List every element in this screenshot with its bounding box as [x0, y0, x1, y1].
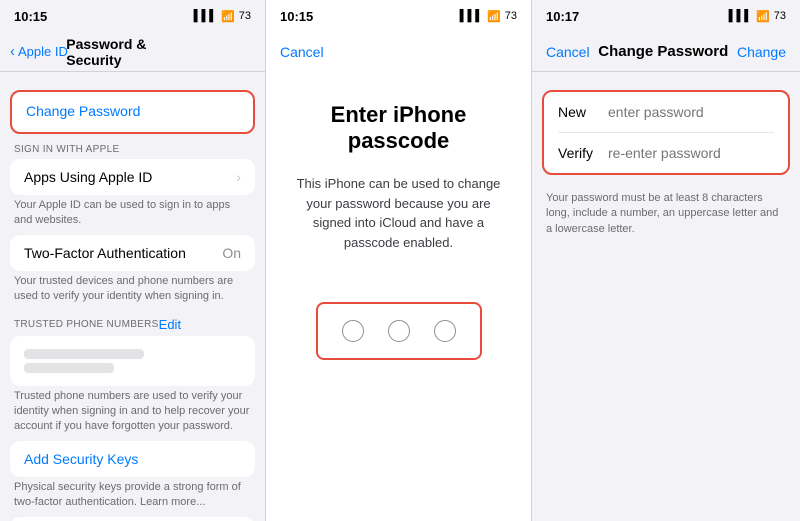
status-time-middle: 10:15: [280, 9, 313, 24]
passcode-input-area[interactable]: [316, 302, 482, 360]
password-form: New Verify: [542, 90, 790, 175]
status-time-right: 10:17: [546, 9, 579, 24]
status-time-left: 10:15: [14, 9, 47, 24]
status-bar-right: 10:17 ▌▌▌ 📶 73: [532, 0, 800, 32]
trusted-numbers-block: [10, 336, 255, 386]
verify-password-row[interactable]: Verify: [544, 133, 788, 173]
status-bar-left: 10:15 ▌▌▌ 📶 73: [0, 0, 265, 32]
two-factor-label: Two-Factor Authentication: [24, 245, 186, 261]
passcode-circle-3: [434, 320, 456, 342]
cancel-button-right[interactable]: Cancel: [546, 44, 590, 60]
new-password-label: New: [558, 104, 608, 120]
cancel-button-middle[interactable]: Cancel: [280, 44, 324, 60]
apps-desc: Your Apple ID can be used to sign in to …: [10, 198, 255, 229]
change-password-button[interactable]: Change Password: [10, 90, 255, 134]
apps-using-apple-id-row[interactable]: Apps Using Apple ID ›: [10, 159, 255, 195]
sign-in-section-header: SIGN IN WITH APPLE: [0, 138, 265, 159]
verify-password-input[interactable]: [608, 145, 789, 161]
back-button-left[interactable]: ‹ Apple ID: [10, 44, 68, 59]
right-nav-title: Change Password: [598, 43, 728, 60]
change-password-label: Change Password: [26, 103, 140, 119]
settings-content: Change Password SIGN IN WITH APPLE Apps …: [0, 72, 265, 521]
apps-chevron-icon: ›: [236, 169, 241, 185]
change-button-right[interactable]: Change: [737, 44, 786, 60]
right-content: New Verify Your password must be at leas…: [532, 72, 800, 521]
nav-title-left: Password & Security: [66, 36, 199, 68]
add-security-desc: Physical security keys provide a strong …: [10, 480, 255, 511]
new-password-row[interactable]: New: [544, 92, 788, 132]
wifi-icon-right: 📶: [756, 10, 770, 23]
account-recovery-row[interactable]: Account Recovery ›: [10, 517, 255, 521]
blurred-phone-2: [24, 363, 114, 373]
battery-icon: 73: [239, 10, 251, 22]
battery-icon-middle: 73: [505, 10, 517, 22]
signal-icon: ▌▌▌: [194, 10, 217, 22]
passcode-content: Enter iPhone passcode This iPhone can be…: [266, 72, 531, 521]
right-nav: Cancel Change Password Change: [532, 32, 800, 72]
back-label: Apple ID: [18, 44, 68, 59]
trusted-phones-header: TRUSTED PHONE NUMBERS: [14, 319, 159, 330]
status-bar-middle: 10:15 ▌▌▌ 📶 73: [266, 0, 531, 32]
battery-icon-right: 73: [774, 10, 786, 22]
passcode-desc: This iPhone can be used to change your p…: [286, 174, 511, 252]
signal-icon-right: ▌▌▌: [729, 10, 752, 22]
apps-using-label: Apps Using Apple ID: [24, 169, 152, 185]
passcode-title: Enter iPhone passcode: [286, 102, 511, 154]
trusted-edit-button[interactable]: Edit: [159, 317, 181, 332]
blurred-phone-1: [24, 349, 144, 359]
verify-password-label: Verify: [558, 145, 608, 161]
middle-nav: Cancel: [266, 32, 531, 72]
status-icons-left: ▌▌▌ 📶 73: [194, 10, 251, 23]
middle-panel: 10:15 ▌▌▌ 📶 73 Cancel Enter iPhone passc…: [266, 0, 532, 521]
add-security-keys-row[interactable]: Add Security Keys: [10, 441, 255, 477]
status-icons-right: ▌▌▌ 📶 73: [729, 10, 786, 23]
passcode-circle-2: [388, 320, 410, 342]
left-panel: 10:15 ▌▌▌ 📶 73 ‹ Apple ID Password & Sec…: [0, 0, 266, 521]
wifi-icon: 📶: [221, 10, 235, 23]
signal-icon-middle: ▌▌▌: [460, 10, 483, 22]
trusted-desc: Trusted phone numbers are used to verify…: [10, 389, 255, 435]
two-factor-row[interactable]: Two-Factor Authentication On: [24, 245, 241, 261]
status-icons-middle: ▌▌▌ 📶 73: [460, 10, 517, 23]
new-password-input[interactable]: [608, 104, 789, 120]
add-security-keys-label: Add Security Keys: [24, 451, 138, 467]
wifi-icon-middle: 📶: [487, 10, 501, 23]
nav-bar-left: ‹ Apple ID Password & Security: [0, 32, 265, 72]
passcode-circle-1: [342, 320, 364, 342]
two-factor-value: On: [222, 245, 241, 261]
right-panel: 10:17 ▌▌▌ 📶 73 Cancel Change Password Ch…: [532, 0, 800, 521]
two-factor-block: Two-Factor Authentication On: [10, 235, 255, 271]
two-factor-desc: Your trusted devices and phone numbers a…: [10, 274, 255, 305]
password-hint: Your password must be at least 8 charact…: [542, 185, 790, 237]
back-chevron-icon: ‹: [10, 44, 15, 59]
